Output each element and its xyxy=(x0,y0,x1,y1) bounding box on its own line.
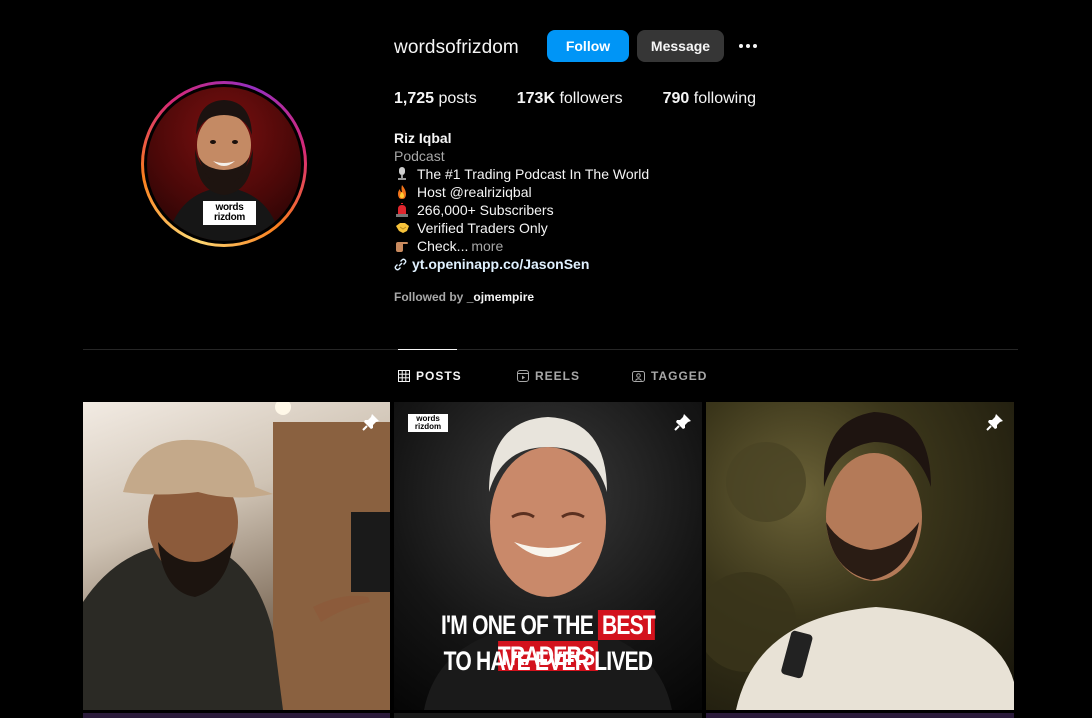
pinned-post-icon xyxy=(674,414,691,431)
post-caption-text: I'M ONE OF THE xyxy=(440,610,594,640)
profile-bio: Riz Iqbal Podcast The #1 Trading Podcast… xyxy=(394,129,649,273)
pinned-post-icon xyxy=(362,414,379,431)
profile-avatar[interactable]: words rizdom xyxy=(147,87,301,241)
post-thumbnail[interactable] xyxy=(83,713,390,718)
followers-stat[interactable]: 173K followers xyxy=(517,90,623,108)
bio-line-text: 266,000+ Subscribers xyxy=(417,202,554,218)
profile-full-name: Riz Iqbal xyxy=(394,130,452,146)
posts-label: posts xyxy=(438,90,477,107)
followers-count: 173K xyxy=(516,90,555,107)
grid-icon xyxy=(398,370,410,382)
bio-line: The #1 Trading Podcast In The World xyxy=(394,165,649,183)
bio-link-row: yt.openinapp.co/JasonSen xyxy=(394,255,649,273)
posts-count: 1,725 xyxy=(394,90,435,107)
post-brand-logo: words rizdom xyxy=(408,414,448,432)
followers-label: followers xyxy=(559,90,623,107)
reels-icon xyxy=(517,370,529,382)
post-thumbnail[interactable] xyxy=(83,402,390,710)
profile-username: wordsofrizdom xyxy=(394,37,519,58)
following-label: following xyxy=(693,90,757,107)
tab-reels[interactable]: REELS xyxy=(517,369,580,383)
dot xyxy=(739,44,743,48)
followed-by: Followed by _ojmempire xyxy=(394,290,534,304)
posts-count-stat: 1,725 posts xyxy=(394,90,477,108)
post-thumbnail[interactable] xyxy=(394,713,702,718)
avatar-gap: words rizdom xyxy=(144,84,304,244)
post-thumbnail[interactable] xyxy=(706,402,1014,710)
bio-line: Check... more xyxy=(394,237,649,255)
tabs-divider xyxy=(83,349,1018,350)
tab-tagged[interactable]: TAGGED xyxy=(632,369,707,383)
microphone-icon xyxy=(394,167,410,181)
active-tab-indicator xyxy=(398,349,457,350)
bio-external-link[interactable]: yt.openinapp.co/JasonSen xyxy=(412,255,589,273)
profile-avatar-ring[interactable]: words rizdom xyxy=(141,81,307,247)
followed-by-prefix: Followed by xyxy=(394,290,464,304)
bio-line: Host @realriziqbal xyxy=(394,183,649,201)
profile-category: Podcast xyxy=(394,148,445,164)
followed-by-account[interactable]: _ojmempire xyxy=(467,290,534,304)
tab-reels-label: REELS xyxy=(535,369,581,383)
pinned-post-icon xyxy=(986,414,1003,431)
bio-line-text: Check... xyxy=(417,238,469,254)
bio-line: 266,000+ Subscribers xyxy=(394,201,649,219)
tagged-icon xyxy=(632,371,645,382)
profile-stats: 1,725 posts 173K followers 790 following xyxy=(394,90,796,108)
bio-more-link[interactable]: more xyxy=(471,237,503,255)
post-thumbnail[interactable] xyxy=(706,713,1014,718)
bio-line: Verified Traders Only xyxy=(394,219,649,237)
tab-posts-label: POSTS xyxy=(416,369,462,383)
follow-button[interactable]: Follow xyxy=(547,30,629,62)
message-button[interactable]: Message xyxy=(637,30,724,62)
post-image xyxy=(706,412,1014,710)
pointing-hand-icon xyxy=(394,239,410,253)
bio-line-text: Host @realriziqbal xyxy=(417,184,532,200)
bio-line-text: Verified Traders Only xyxy=(417,220,548,236)
more-options-icon[interactable] xyxy=(735,35,761,57)
bio-line-text: The #1 Trading Podcast In The World xyxy=(417,166,650,182)
handshake-icon xyxy=(394,221,410,235)
dot xyxy=(753,44,757,48)
tab-posts[interactable]: POSTS xyxy=(398,369,462,383)
post-caption-line2: TO HAVE EVER LIVED xyxy=(443,646,653,676)
following-stat[interactable]: 790 following xyxy=(663,90,756,108)
following-count: 790 xyxy=(662,90,690,107)
tab-tagged-label: TAGGED xyxy=(651,369,708,383)
avatar-brand-logo: words rizdom xyxy=(203,201,256,225)
post-image xyxy=(83,402,390,710)
link-icon xyxy=(394,258,407,271)
siren-icon xyxy=(394,203,410,217)
fire-icon xyxy=(394,185,410,199)
dot xyxy=(746,44,750,48)
post-thumbnail[interactable]: words rizdom I'M ONE OF THE BEST TRADERS… xyxy=(394,402,702,710)
